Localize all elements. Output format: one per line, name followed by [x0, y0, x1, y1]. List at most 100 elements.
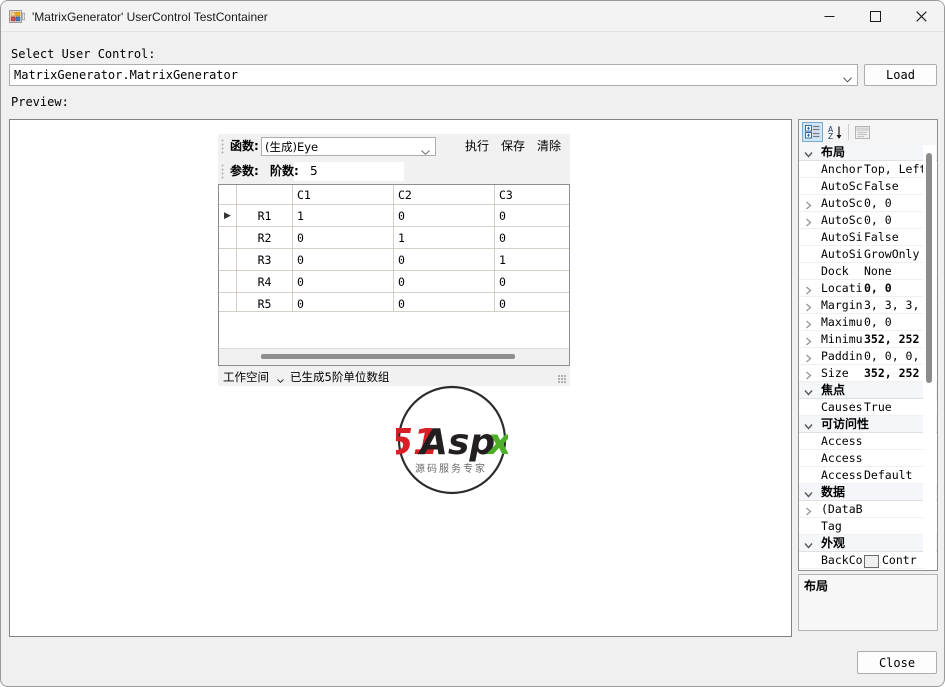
column-header-c3[interactable]: C3 — [494, 185, 569, 205]
workspace-menu-label[interactable]: 工作空间 — [223, 370, 269, 384]
load-button[interactable]: Load — [864, 64, 937, 86]
cell-r4-c2[interactable]: 0 — [393, 270, 495, 293]
property-value[interactable] — [864, 519, 930, 534]
row-selector[interactable] — [219, 248, 237, 271]
property-row-autosizemode[interactable]: AutoSi GrowOnly — [799, 246, 937, 263]
property-value[interactable]: GrowOnly — [864, 247, 930, 262]
expand-chevron-icon[interactable] — [804, 216, 813, 227]
property-row-anchor[interactable]: Anchor Top, Left — [799, 161, 937, 178]
property-value[interactable]: 352, 252 — [864, 332, 930, 347]
column-header-c2[interactable]: C2 — [393, 185, 495, 205]
property-grid-scrollbar[interactable] — [923, 145, 936, 569]
execute-button[interactable]: 执行 — [465, 138, 489, 155]
property-category-accessibility[interactable]: 可访问性 — [799, 416, 937, 433]
property-row-size[interactable]: Size 352, 252 — [799, 365, 937, 382]
expand-chevron-icon[interactable] — [804, 318, 813, 329]
save-button[interactable]: 保存 — [501, 138, 525, 155]
property-row-padding[interactable]: Paddin 0, 0, 0, — [799, 348, 937, 365]
cell-r2-c2[interactable]: 1 — [393, 226, 495, 249]
chevron-down-icon[interactable] — [277, 372, 284, 386]
collapse-chevron-icon[interactable] — [804, 148, 813, 158]
property-row-databindings[interactable]: (DataB — [799, 501, 937, 518]
resize-grip-icon[interactable] — [558, 375, 567, 384]
user-control-combobox[interactable]: MatrixGenerator.MatrixGenerator — [9, 64, 858, 86]
property-row-dock[interactable]: Dock None — [799, 263, 937, 280]
cell-r1-c1[interactable]: 1 — [292, 204, 394, 227]
property-value[interactable]: Top, Left — [864, 162, 930, 177]
property-row-autoscrollminsize[interactable]: AutoSc 0, 0 — [799, 212, 937, 229]
maximize-icon[interactable] — [852, 1, 898, 31]
property-row-accessiblerole[interactable]: Access Default — [799, 467, 937, 484]
table-row[interactable]: ▶ R1 1 0 0 — [219, 204, 569, 227]
property-row-accessiblename[interactable]: Access — [799, 450, 937, 467]
close-button[interactable]: Close — [857, 651, 937, 674]
row-selector[interactable] — [219, 226, 237, 249]
cell-r4-c1[interactable]: 0 — [292, 270, 394, 293]
property-category-focus[interactable]: 焦点 — [799, 382, 937, 399]
collapse-chevron-icon[interactable] — [804, 539, 813, 549]
matrix-datagrid[interactable]: C1 C2 C3 ▶ R1 1 0 0 R2 0 1 0 R3 0 0 1 R4… — [218, 184, 570, 366]
property-grid-scrollbar-thumb[interactable] — [926, 153, 932, 383]
expand-chevron-icon[interactable] — [804, 505, 813, 516]
expand-chevron-icon[interactable] — [804, 369, 813, 380]
property-value[interactable]: False — [864, 179, 930, 194]
minimize-icon[interactable] — [806, 1, 852, 31]
cell-r1-c3[interactable]: 0 — [494, 204, 569, 227]
row-selector[interactable] — [219, 270, 237, 293]
collapse-chevron-icon[interactable] — [804, 488, 813, 498]
property-row-tag[interactable]: Tag — [799, 518, 937, 535]
property-value[interactable]: 0, 0 — [864, 196, 930, 211]
cell-r3-c2[interactable]: 0 — [393, 248, 495, 271]
property-value[interactable] — [864, 434, 930, 449]
table-row[interactable]: R2 0 1 0 — [219, 226, 569, 249]
expand-chevron-icon[interactable] — [804, 335, 813, 346]
property-value[interactable]: None — [864, 264, 930, 279]
cell-r2-c1[interactable]: 0 — [292, 226, 394, 249]
cell-r2-c3[interactable]: 0 — [494, 226, 569, 249]
property-value[interactable]: 0, 0, 0, — [864, 349, 930, 364]
column-header-c1[interactable]: C1 — [292, 185, 394, 205]
close-icon[interactable] — [898, 1, 944, 31]
property-list[interactable]: 布局 Anchor Top, Left AutoSc False AutoSc … — [799, 144, 937, 570]
property-row-maximumsize[interactable]: Maximu 0, 0 — [799, 314, 937, 331]
toolstrip-grip-icon[interactable] — [221, 139, 224, 154]
property-row-location[interactable]: Locati 0, 0 — [799, 280, 937, 297]
property-row-backcolor[interactable]: BackCo Contr — [799, 552, 937, 569]
table-row[interactable]: R4 0 0 0 — [219, 270, 569, 293]
order-value[interactable]: 5 — [310, 164, 318, 179]
function-combobox[interactable]: (生成)Eye — [261, 137, 436, 156]
property-grid[interactable]: A Z 布局 Anchor Top, Left AutoSc False Aut… — [798, 119, 938, 571]
categorized-view-icon[interactable] — [802, 122, 823, 142]
property-value[interactable]: 0, 0 — [864, 213, 930, 228]
property-row-minimumsize[interactable]: Minimu 352, 252 — [799, 331, 937, 348]
property-category-appearance[interactable]: 外观 — [799, 535, 937, 552]
expand-chevron-icon[interactable] — [804, 352, 813, 363]
collapse-chevron-icon[interactable] — [804, 420, 813, 430]
property-value[interactable]: True — [864, 400, 930, 415]
property-value[interactable]: Default — [864, 468, 930, 483]
table-row[interactable]: R3 0 0 1 — [219, 248, 569, 271]
expand-chevron-icon[interactable] — [804, 301, 813, 312]
cell-r4-c3[interactable]: 0 — [494, 270, 569, 293]
clear-button[interactable]: 清除 — [537, 138, 561, 155]
grid-horizontal-scrollbar[interactable] — [219, 348, 569, 365]
property-pages-icon[interactable] — [852, 122, 873, 142]
property-value[interactable]: 0, 0 — [864, 315, 930, 330]
property-category-data[interactable]: 数据 — [799, 484, 937, 501]
property-row-margin[interactable]: Margin 3, 3, 3, — [799, 297, 937, 314]
property-row-autoscrollmargin[interactable]: AutoSc 0, 0 — [799, 195, 937, 212]
property-value[interactable]: 352, 252 — [864, 366, 930, 381]
alphabetical-sort-icon[interactable]: A Z — [825, 122, 846, 142]
property-value[interactable] — [864, 451, 930, 466]
expand-chevron-icon[interactable] — [804, 284, 813, 295]
property-value[interactable] — [864, 502, 930, 517]
cell-r1-c2[interactable]: 0 — [393, 204, 495, 227]
collapse-chevron-icon[interactable] — [804, 386, 813, 396]
cell-r3-c3[interactable]: 1 — [494, 248, 569, 271]
property-value[interactable]: False — [864, 230, 930, 245]
property-row-autosize[interactable]: AutoSi False — [799, 229, 937, 246]
property-row-autoscroll[interactable]: AutoSc False — [799, 178, 937, 195]
property-row-causesvalidation[interactable]: Causes True — [799, 399, 937, 416]
toolstrip-grip-icon[interactable] — [221, 164, 224, 179]
property-value[interactable]: 3, 3, 3, — [864, 298, 930, 313]
